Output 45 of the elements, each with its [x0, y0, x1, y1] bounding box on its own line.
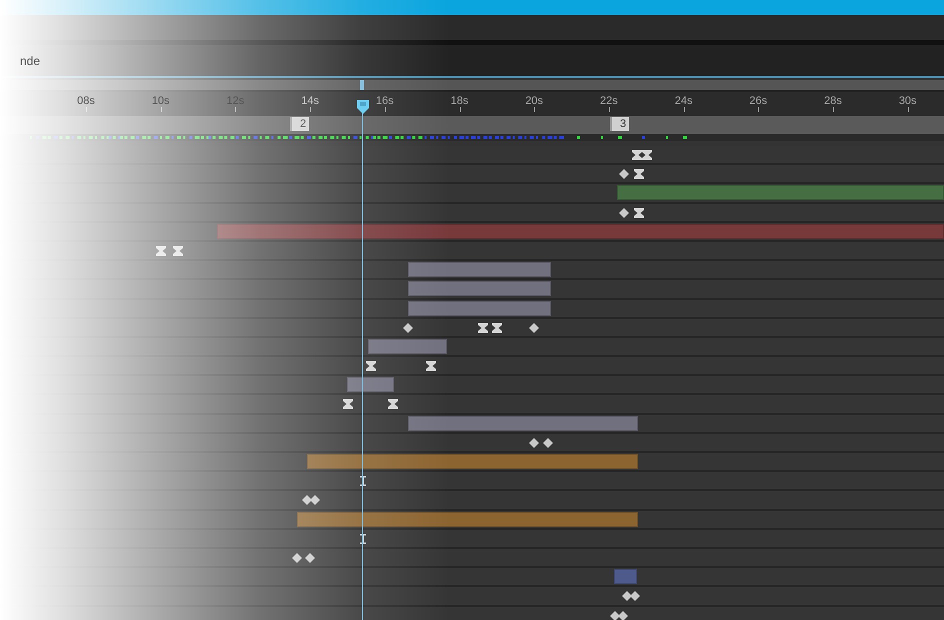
keyframe-hourglass-icon[interactable] [388, 399, 398, 410]
playhead-handle[interactable] [357, 100, 369, 114]
time-label: 08s [77, 95, 95, 107]
layer-bar[interactable] [217, 224, 944, 239]
keyframe-hourglass-icon[interactable] [478, 322, 488, 333]
keyframe-diamond-icon[interactable] [543, 438, 553, 448]
keyframe-diamond-icon[interactable] [529, 438, 539, 448]
time-label: 20s [525, 95, 544, 107]
keyframe-diamond-icon[interactable] [292, 552, 302, 563]
layer-bar[interactable] [347, 377, 394, 392]
time-label: 26s [749, 95, 768, 107]
keyframe-hourglass-icon[interactable] [426, 361, 436, 372]
keyframe-hourglass-icon[interactable] [632, 150, 642, 160]
keyframe-diamond-icon[interactable] [630, 591, 640, 602]
layer-bar[interactable] [408, 416, 638, 431]
keyframe-diamond-icon[interactable] [403, 322, 413, 333]
keyframe-hourglass-icon[interactable] [642, 150, 652, 160]
layer-bar[interactable] [368, 338, 447, 354]
keyframe-diamond-icon[interactable] [302, 495, 312, 506]
keyframe-diamond-icon[interactable] [529, 322, 539, 333]
keyframe-hourglass-icon[interactable] [492, 322, 502, 333]
time-label: 24s [674, 95, 692, 107]
layer-bar[interactable] [408, 281, 551, 296]
time-label: 22s [600, 95, 618, 107]
composition-marker[interactable]: 2 [290, 117, 310, 131]
keyframe-diamond-icon[interactable] [310, 495, 320, 506]
composition-marker[interactable]: 3 [610, 117, 630, 131]
keyframe-diamond-icon[interactable] [619, 169, 629, 180]
panel-title: nde [20, 54, 40, 68]
keyframe-hourglass-icon[interactable] [634, 208, 644, 218]
time-label: 14s [301, 95, 319, 107]
keyframe-hourglass-icon[interactable] [343, 399, 353, 410]
time-label: 10s [152, 95, 170, 107]
layer-bar[interactable] [297, 512, 638, 527]
time-label: 18s [450, 95, 468, 107]
time-label: 28s [824, 95, 842, 107]
layer-bar[interactable] [408, 262, 551, 278]
layer-bar[interactable] [408, 300, 551, 316]
keyframe-diamond-icon[interactable] [305, 552, 315, 563]
keyframe-diamond-icon[interactable] [619, 208, 629, 218]
keyframe-diamond-icon[interactable] [622, 591, 632, 602]
time-label: 16s [376, 95, 394, 107]
keyframe-hourglass-icon[interactable] [366, 361, 376, 372]
time-label: 30s [898, 95, 917, 107]
keyframe-hourglass-icon[interactable] [634, 169, 644, 180]
